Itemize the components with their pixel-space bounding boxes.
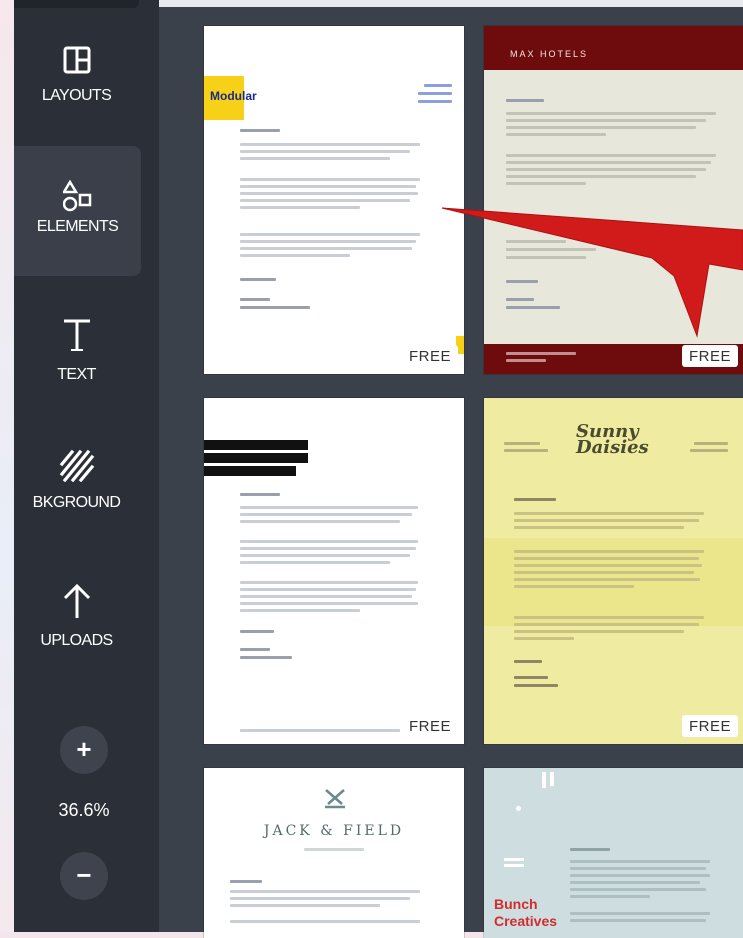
sidebar-item-text[interactable]: TEXT	[14, 318, 139, 398]
background-icon	[14, 448, 139, 482]
template-title: Sunny Daisies	[576, 421, 649, 458]
sidebar-item-label: UPLOADS	[40, 632, 113, 649]
sidebar-item-uploads[interactable]: UPLOADS	[14, 582, 139, 662]
template-title: Modular	[210, 89, 257, 103]
template-title: JACK & FIELD	[263, 823, 405, 839]
templates-panel: Modular FREE MAX HOTELS FREE FREE Sunny …	[159, 0, 743, 938]
editor-sidebar: LAYOUTS ELEMENTS TEXT BKGROUND UPLOADS +…	[14, 0, 159, 932]
sidebar-item-label: TEXT	[57, 366, 96, 383]
free-badge: FREE	[401, 715, 458, 737]
template-card-black-bars[interactable]: FREE	[204, 398, 464, 744]
crossed-tools-icon	[322, 788, 348, 815]
sidebar-item-label: LAYOUTS	[41, 87, 112, 104]
sidebar-top-cap	[14, 0, 139, 8]
layouts-icon	[14, 45, 139, 75]
template-card-modular[interactable]: Modular FREE	[204, 26, 464, 374]
sidebar-item-layouts[interactable]: LAYOUTS	[14, 45, 139, 125]
free-badge: FREE	[681, 715, 738, 737]
zoom-level: 36.6%	[58, 800, 110, 820]
zoom-out-button[interactable]: −	[60, 852, 108, 900]
zoom-in-button[interactable]: +	[60, 726, 108, 774]
sidebar-item-label: ELEMENTS	[36, 218, 119, 235]
upload-arrow-icon	[14, 582, 139, 620]
template-card-jack-field[interactable]: JACK & FIELD	[204, 768, 464, 938]
sidebar-item-label: BKGROUND	[32, 494, 121, 511]
template-card-sunny-daisies[interactable]: Sunny Daisies FREE	[484, 398, 743, 744]
template-card-bunch-creatives[interactable]: Bunch Creatives	[484, 768, 743, 938]
sidebar-item-background[interactable]: BKGROUND	[14, 448, 139, 528]
header-band	[484, 26, 743, 70]
annotation-arrow-icon	[441, 207, 743, 338]
sidebar-item-elements[interactable]: ELEMENTS	[14, 146, 141, 276]
elements-icon	[14, 146, 141, 212]
template-title: Bunch Creatives	[494, 896, 558, 929]
panel-top-strip	[159, 0, 743, 7]
template-title: MAX HOTELS	[510, 49, 589, 59]
page-background	[0, 0, 14, 932]
text-icon	[14, 318, 139, 352]
